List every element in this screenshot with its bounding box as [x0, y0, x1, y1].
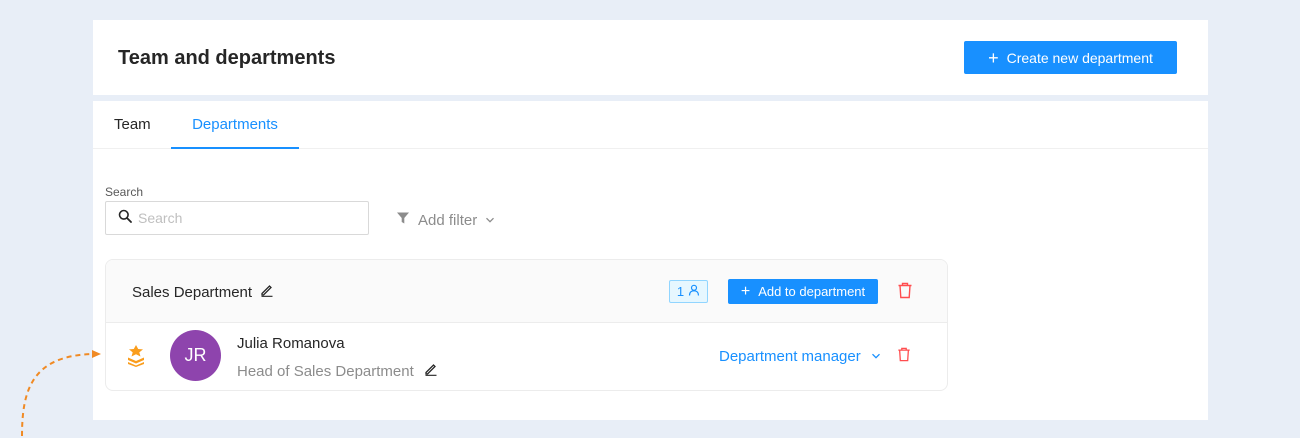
search-input[interactable]: [138, 210, 358, 226]
role-select[interactable]: Department manager: [719, 348, 881, 365]
department-name: Sales Department: [132, 284, 253, 301]
create-department-button[interactable]: + Create new department: [964, 41, 1177, 74]
dashed-arrow-annotation: [21, 350, 101, 437]
filter-icon: [396, 211, 410, 229]
department-header: Sales Department 1 + Add to department: [106, 260, 947, 323]
plus-icon: +: [988, 47, 999, 68]
tab-departments[interactable]: Departments: [171, 101, 299, 149]
user-icon: [688, 284, 700, 299]
tab-team[interactable]: Team: [114, 101, 151, 149]
member-row: JR Julia Romanova Head of Sales Departme…: [106, 323, 947, 390]
page-header: Team and departments + Create new depart…: [93, 20, 1208, 95]
member-count: 1: [676, 284, 685, 299]
search-icon: [118, 209, 132, 228]
tab-bar: Team Departments: [93, 101, 1208, 149]
page-title: Team and departments: [118, 47, 336, 69]
main-panel: Team Departments Search Add filter Sales…: [93, 101, 1208, 420]
add-filter-label: Add filter: [418, 211, 478, 229]
plus-icon: +: [740, 282, 751, 300]
add-to-department-button[interactable]: + Add to department: [728, 279, 878, 304]
delete-department-icon[interactable]: [897, 282, 913, 304]
chevron-down-icon: [485, 212, 495, 229]
member-count-badge: 1: [669, 280, 708, 303]
chevron-down-icon: [871, 348, 881, 365]
crown-stack-icon: [127, 345, 145, 372]
edit-title-icon[interactable]: [424, 362, 438, 381]
remove-member-icon[interactable]: [897, 347, 911, 367]
role-label: Department manager: [719, 348, 861, 365]
edit-department-icon[interactable]: [260, 283, 274, 302]
member-title: Head of Sales Department: [237, 363, 414, 380]
add-to-department-label: Add to department: [758, 284, 866, 299]
avatar: JR: [170, 330, 221, 381]
search-label: Search: [105, 185, 144, 199]
create-department-label: Create new department: [1006, 49, 1153, 66]
add-filter-button[interactable]: Add filter: [396, 211, 495, 229]
search-field[interactable]: [105, 201, 369, 235]
department-card: Sales Department 1 + Add to department J…: [105, 259, 948, 391]
member-name: Julia Romanova: [237, 335, 345, 352]
